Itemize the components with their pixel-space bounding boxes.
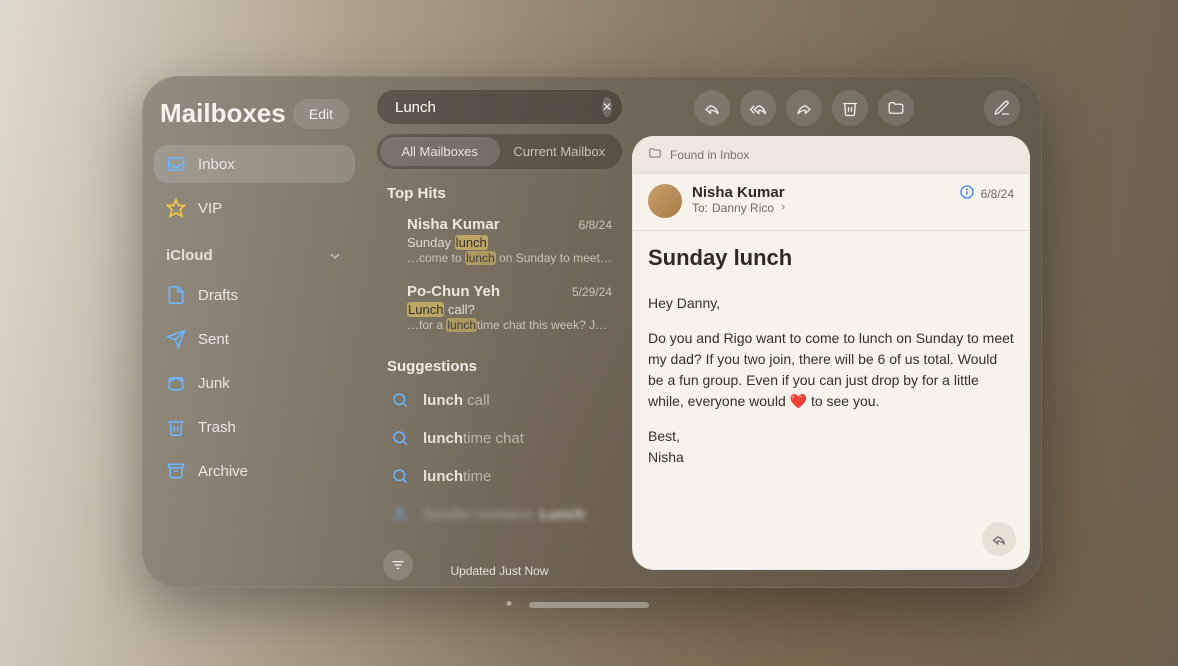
body-close: Best, Nisha [648, 426, 1014, 468]
move-button[interactable] [878, 90, 914, 126]
avatar[interactable] [648, 184, 682, 218]
mail-window: Mailboxes Edit Inbox VIP iCloud Dr [142, 76, 1042, 588]
to-name: Danny Rico [712, 201, 774, 215]
send-icon [166, 329, 186, 349]
scope-current-mailbox[interactable]: Current Mailbox [500, 137, 620, 166]
sidebar-item-sent[interactable]: Sent [154, 320, 355, 358]
delete-button[interactable] [832, 90, 868, 126]
chevron-down-icon [327, 248, 343, 264]
found-in-bar[interactable]: Found in Inbox [632, 136, 1030, 174]
scope-all-mailboxes[interactable]: All Mailboxes [380, 137, 500, 166]
result-subject: Sunday lunch [407, 235, 612, 250]
compose-button[interactable] [984, 90, 1020, 126]
from-name[interactable]: Nisha Kumar [692, 184, 949, 201]
result-sender: Po-Chun Yeh [407, 283, 500, 300]
search-bar[interactable]: ✕ [377, 90, 622, 124]
sidebar-item-inbox[interactable]: Inbox [154, 145, 355, 183]
sidebar-item-vip[interactable]: VIP [154, 189, 355, 227]
filter-button[interactable] [383, 550, 413, 580]
trash-icon [166, 417, 186, 437]
quick-reply-button[interactable] [982, 522, 1016, 556]
suggestion-text: Sender contains: Lunch [423, 506, 585, 523]
list-footer: Updated Just Now [377, 558, 622, 580]
sidebar-item-archive[interactable]: Archive [154, 452, 355, 490]
message-toolbar [632, 90, 1030, 136]
suggestion-text: lunchtime [423, 468, 491, 485]
search-icon [391, 391, 409, 409]
result-date: 6/8/24 [579, 218, 612, 232]
suggestion-item[interactable]: lunchtime [377, 457, 622, 495]
suggestion-item[interactable]: lunchtime chat [377, 419, 622, 457]
sidebar: Mailboxes Edit Inbox VIP iCloud Dr [142, 76, 367, 588]
person-icon [391, 505, 409, 523]
star-icon [166, 198, 186, 218]
search-column: ✕ All Mailboxes Current Mailbox Top Hits… [367, 76, 632, 588]
sidebar-item-junk[interactable]: Junk [154, 364, 355, 402]
to-line[interactable]: To: Danny Rico [692, 201, 949, 215]
tray-icon [166, 154, 186, 174]
sidebar-item-trash[interactable]: Trash [154, 408, 355, 446]
sidebar-item-label: Inbox [198, 156, 235, 173]
sidebar-section-icloud[interactable]: iCloud [154, 233, 355, 270]
search-result[interactable]: Nisha Kumar 6/8/24 Sunday lunch …come to… [377, 208, 622, 275]
suggestion-item[interactable]: lunch call [377, 381, 622, 419]
found-in-label: Found in Inbox [670, 148, 749, 162]
reply-all-button[interactable] [740, 90, 776, 126]
suggestion-item-hidden[interactable]: Sender contains: Lunch [377, 495, 622, 533]
clear-search-button[interactable]: ✕ [602, 97, 612, 117]
reply-button[interactable] [694, 90, 730, 126]
group-suggestions: Suggestions [377, 342, 622, 381]
group-top-hits: Top Hits [377, 169, 622, 208]
result-subject: Lunch call? [407, 302, 612, 317]
sidebar-item-label: Archive [198, 463, 248, 480]
body-greeting: Hey Danny, [648, 293, 1014, 314]
search-scope-segmented[interactable]: All Mailboxes Current Mailbox [377, 134, 622, 169]
doc-icon [166, 285, 186, 305]
section-label: iCloud [166, 247, 213, 264]
detail-pane: Found in Inbox Nisha Kumar To: Danny Ric… [632, 76, 1042, 588]
search-icon [391, 429, 409, 447]
archive-icon [166, 461, 186, 481]
search-result[interactable]: Po-Chun Yeh 5/29/24 Lunch call? …for a l… [377, 275, 622, 342]
body-main: Do you and Rigo want to come to lunch on… [648, 328, 1014, 412]
to-label: To: [692, 201, 708, 215]
message-card: Found in Inbox Nisha Kumar To: Danny Ric… [632, 136, 1030, 570]
message-header: Nisha Kumar To: Danny Rico 6/8/24 [632, 174, 1030, 231]
junk-icon [166, 373, 186, 393]
sidebar-item-label: Sent [198, 331, 229, 348]
edit-button[interactable]: Edit [293, 99, 349, 129]
sidebar-header: Mailboxes Edit [154, 98, 355, 139]
message-subject: Sunday lunch [632, 231, 1030, 281]
sidebar-item-label: VIP [198, 200, 222, 217]
sidebar-item-label: Trash [198, 419, 236, 436]
window-handle-dot[interactable] [507, 601, 512, 606]
close-icon: ✕ [602, 101, 612, 113]
search-input[interactable] [395, 99, 594, 116]
sidebar-item-label: Drafts [198, 287, 238, 304]
result-preview: …for a lunchtime chat this week? Just le… [407, 318, 612, 332]
result-sender: Nisha Kumar [407, 216, 500, 233]
folder-icon [648, 146, 662, 163]
suggestion-text: lunch call [423, 392, 490, 409]
forward-button[interactable] [786, 90, 822, 126]
chevron-right-icon [778, 201, 788, 215]
sidebar-item-drafts[interactable]: Drafts [154, 276, 355, 314]
result-preview: …come to lunch on Sunday to meet my da… [407, 251, 612, 265]
sidebar-title: Mailboxes [160, 98, 286, 129]
info-icon[interactable] [959, 184, 975, 203]
search-icon [391, 467, 409, 485]
window-handle-bar[interactable] [529, 602, 649, 608]
message-body: Hey Danny, Do you and Rigo want to come … [632, 281, 1030, 570]
suggestion-text: lunchtime chat [423, 430, 524, 447]
result-date: 5/29/24 [572, 285, 612, 299]
sidebar-item-label: Junk [198, 375, 230, 392]
status-updated: Updated Just Now [450, 564, 548, 578]
message-date: 6/8/24 [981, 187, 1014, 201]
